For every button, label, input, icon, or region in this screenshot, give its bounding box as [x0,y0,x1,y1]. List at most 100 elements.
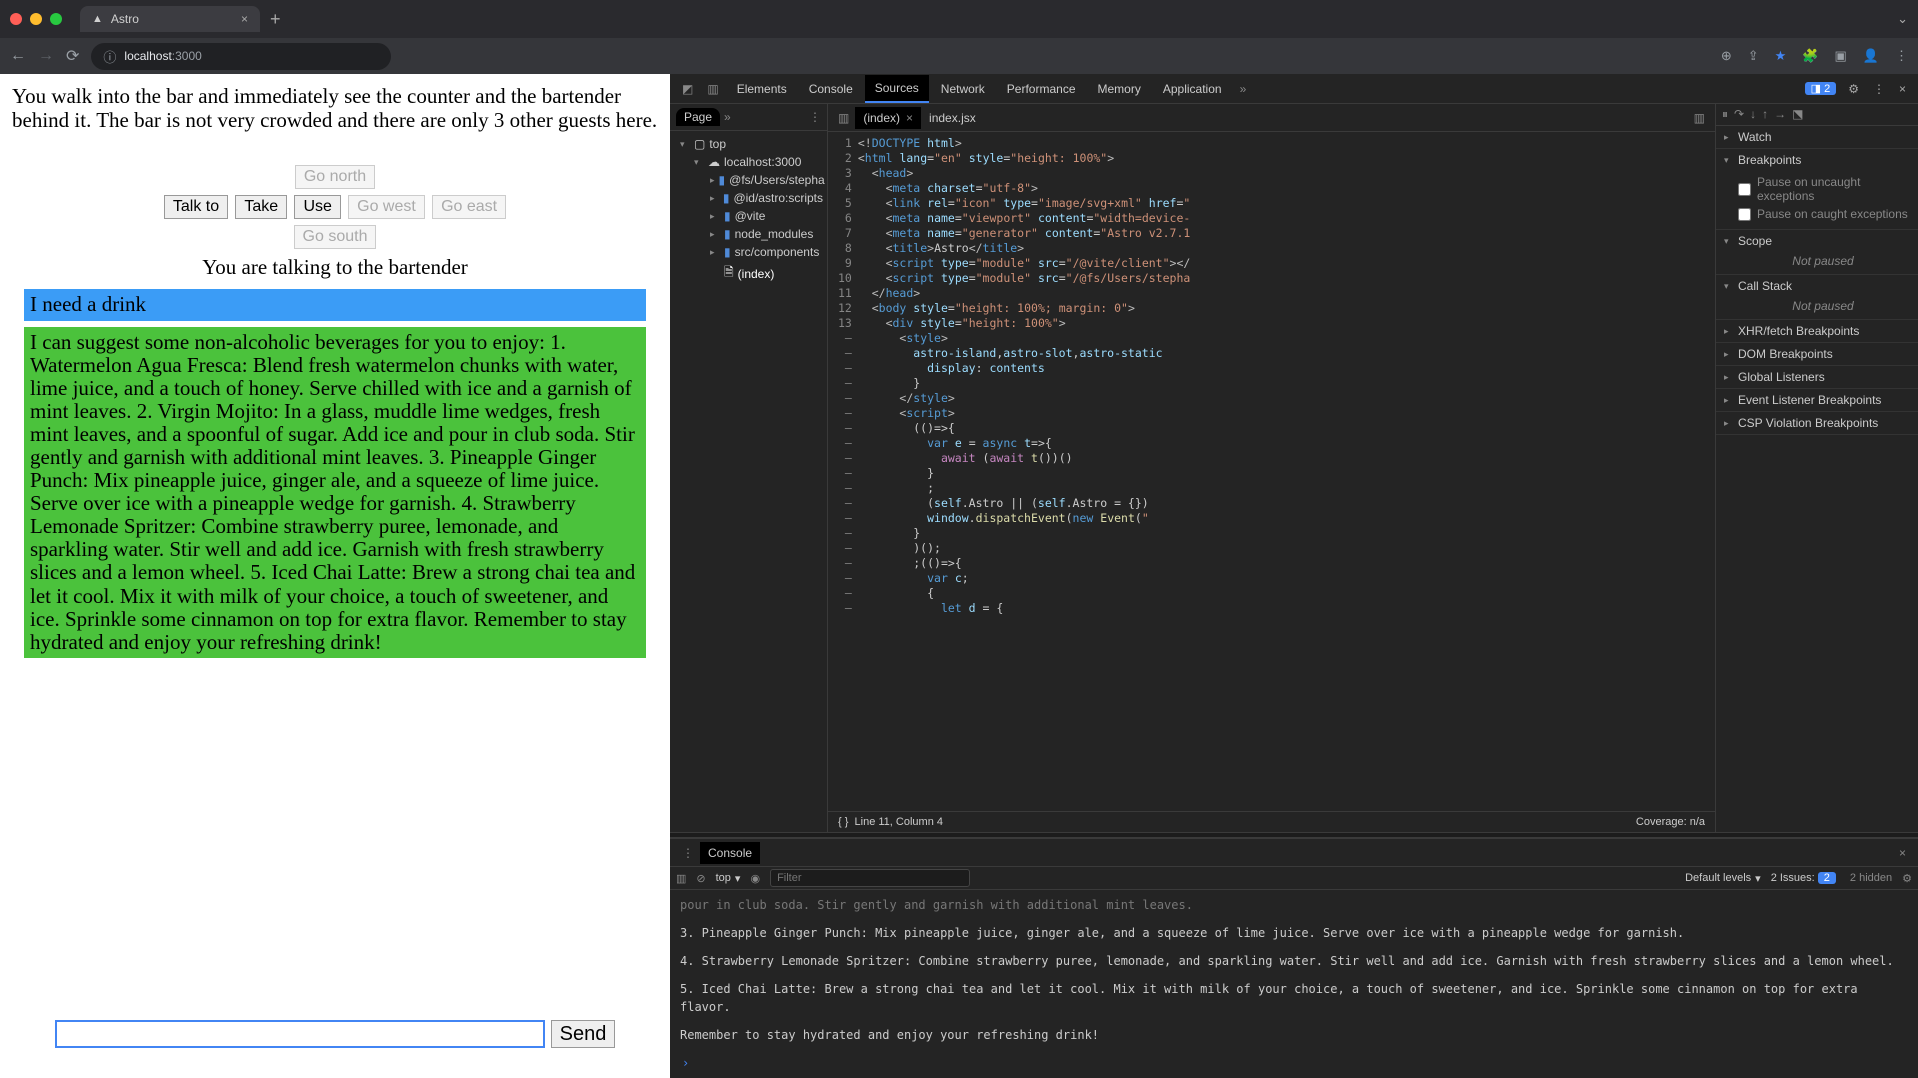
take-button[interactable]: Take [235,195,287,219]
kebab-icon[interactable]: ⋮ [1867,82,1891,96]
share-icon[interactable]: ⇪ [1748,48,1759,64]
send-button[interactable]: Send [551,1020,616,1048]
window-minimize[interactable] [30,13,42,25]
step-icon[interactable]: → [1774,107,1786,122]
menu-icon[interactable]: ⋮ [1895,48,1908,64]
pause-uncaught-checkbox[interactable]: Pause on uncaught exceptions [1738,173,1908,205]
extensions-icon[interactable]: 🧩 [1802,48,1818,64]
tab-elements[interactable]: Elements [727,76,797,102]
global-listeners-section[interactable]: ▸Global Listeners [1716,366,1918,388]
navigator-page-tab[interactable]: Page [676,108,720,126]
breakpoints-section[interactable]: ▾Breakpoints [1716,149,1918,171]
navigator-menu-icon[interactable]: ⋮ [809,110,821,124]
tree-folder[interactable]: ▸▮ @fs/Users/stepha [670,171,827,189]
use-button[interactable]: Use [294,195,340,219]
console-gear-icon[interactable]: ⚙ [1902,872,1912,885]
tree-folder[interactable]: ▸▮ @vite [670,207,827,225]
talk-to-button[interactable]: Talk to [164,195,228,219]
tree-folder[interactable]: ▸▮ src/components [670,243,827,261]
tab-memory[interactable]: Memory [1088,76,1151,102]
page-viewport: You walk into the bar and immediately se… [0,74,670,1078]
go-east-button[interactable]: Go east [432,195,506,219]
device-icon[interactable]: ▥ [701,82,724,96]
tab-performance[interactable]: Performance [997,76,1086,102]
devtools-close-icon[interactable]: × [1893,82,1912,96]
tree-file-index[interactable]: 🗎 (index) [670,261,827,286]
gear-icon[interactable]: ⚙ [1842,82,1865,96]
callstack-section[interactable]: ▾Call Stack [1716,275,1918,297]
csp-bp-section[interactable]: ▸CSP Violation Breakpoints [1716,412,1918,434]
issues-count[interactable]: 2 Issues: 2 [1771,872,1840,884]
forward-button[interactable]: → [38,47,54,65]
braces-icon[interactable]: { } [838,816,848,828]
deactivate-icon[interactable]: ⬔ [1792,107,1803,122]
tree-folder[interactable]: ▸▮ node_modules [670,225,827,243]
issues-badge[interactable]: ◨ 2 [1805,82,1837,95]
pause-caught-checkbox[interactable]: Pause on caught exceptions [1738,205,1908,223]
editor-tab-index[interactable]: (index)× [855,107,921,129]
tab-sources[interactable]: Sources [865,75,929,103]
dom-bp-section[interactable]: ▸DOM Breakpoints [1716,343,1918,365]
go-west-button[interactable]: Go west [348,195,425,219]
console-menu-icon[interactable]: ⋮ [676,846,700,860]
watch-section[interactable]: ▸Watch [1716,126,1918,148]
sources-navigator: Page » ⋮ ▾▢ top ▾☁ localhost:3000 ▸▮ @fs… [670,104,828,832]
chat-input[interactable] [55,1020,545,1048]
close-tab-icon[interactable]: × [241,12,248,26]
console-output[interactable]: pour in club soda. Stir gently and garni… [670,890,1918,1078]
url: localhost:3000 [124,49,201,63]
browser-tab[interactable]: ▲ Astro × [80,6,260,32]
inspect-icon[interactable]: ◩ [676,82,699,96]
editor-tab-indexjsx[interactable]: index.jsx [921,107,984,129]
more-icon[interactable]: » [724,110,731,124]
step-over-icon[interactable]: ↷ [1734,107,1744,122]
coverage-label: Coverage: n/a [1636,816,1705,828]
live-expr-icon[interactable]: ◉ [750,872,760,885]
reload-button[interactable]: ⟳ [66,46,79,66]
window-maximize[interactable] [50,13,62,25]
tab-console[interactable]: Console [799,76,863,102]
console-filter-input[interactable] [770,869,970,887]
step-out-icon[interactable]: ↑ [1762,107,1768,122]
bookmark-icon[interactable]: ★ [1775,48,1787,64]
tab-network[interactable]: Network [931,76,995,102]
tab-application[interactable]: Application [1153,76,1232,102]
context-selector[interactable]: top ▾ [716,872,741,885]
debugger-sidebar: ⏸ ↷ ↓ ↑ → ⬔ ▸Watch ▾Breakpoints Pause on… [1716,104,1918,832]
xhr-section[interactable]: ▸XHR/fetch Breakpoints [1716,320,1918,342]
event-bp-section[interactable]: ▸Event Listener Breakpoints [1716,389,1918,411]
window-close[interactable] [10,13,22,25]
side-panel-icon[interactable]: ▣ [1835,48,1847,64]
talking-to-label: You are talking to the bartender [12,255,658,279]
go-south-button[interactable]: Go south [294,225,377,249]
zoom-icon[interactable]: ⊕ [1721,48,1732,64]
tree-top[interactable]: ▾▢ top [670,135,827,153]
site-info-icon[interactable]: ⓘ [103,47,116,66]
profile-icon[interactable]: 👤 [1863,48,1879,64]
back-button[interactable]: ← [10,47,26,65]
more-tabs-icon[interactable]: » [1234,82,1253,96]
close-icon[interactable]: × [906,111,913,125]
new-tab-button[interactable]: + [270,9,281,30]
address-bar[interactable]: ⓘ localhost:3000 [91,43,391,70]
go-north-button[interactable]: Go north [295,165,375,189]
clear-console-icon[interactable]: ⊘ [696,872,705,885]
input-bar: Send [0,1010,670,1078]
hidden-count: 2 hidden [1850,872,1892,884]
toggle-dbg-icon[interactable]: ▥ [1688,111,1711,125]
tree-host[interactable]: ▾☁ localhost:3000 [670,153,827,171]
toggle-nav-icon[interactable]: ▥ [832,111,855,125]
console-close-icon[interactable]: × [1893,846,1912,860]
step-into-icon[interactable]: ↓ [1750,107,1756,122]
tree-folder[interactable]: ▸▮ @id/astro:scripts [670,189,827,207]
code-viewer[interactable]: <!DOCTYPE html><html lang="en" style="he… [858,132,1191,811]
chevron-down-icon[interactable]: ⌄ [1897,11,1908,27]
log-levels-selector[interactable]: Default levels ▾ [1685,872,1761,885]
console-tab[interactable]: Console [700,842,760,864]
callstack-not-paused: Not paused [1716,297,1918,319]
devtools: ◩ ▥ Elements Console Sources Network Per… [670,74,1918,1078]
console-sidebar-icon[interactable]: ▥ [676,872,686,885]
bot-message: I can suggest some non-alcoholic beverag… [24,327,646,658]
scope-section[interactable]: ▾Scope [1716,230,1918,252]
pause-icon[interactable]: ⏸ [1722,107,1728,122]
